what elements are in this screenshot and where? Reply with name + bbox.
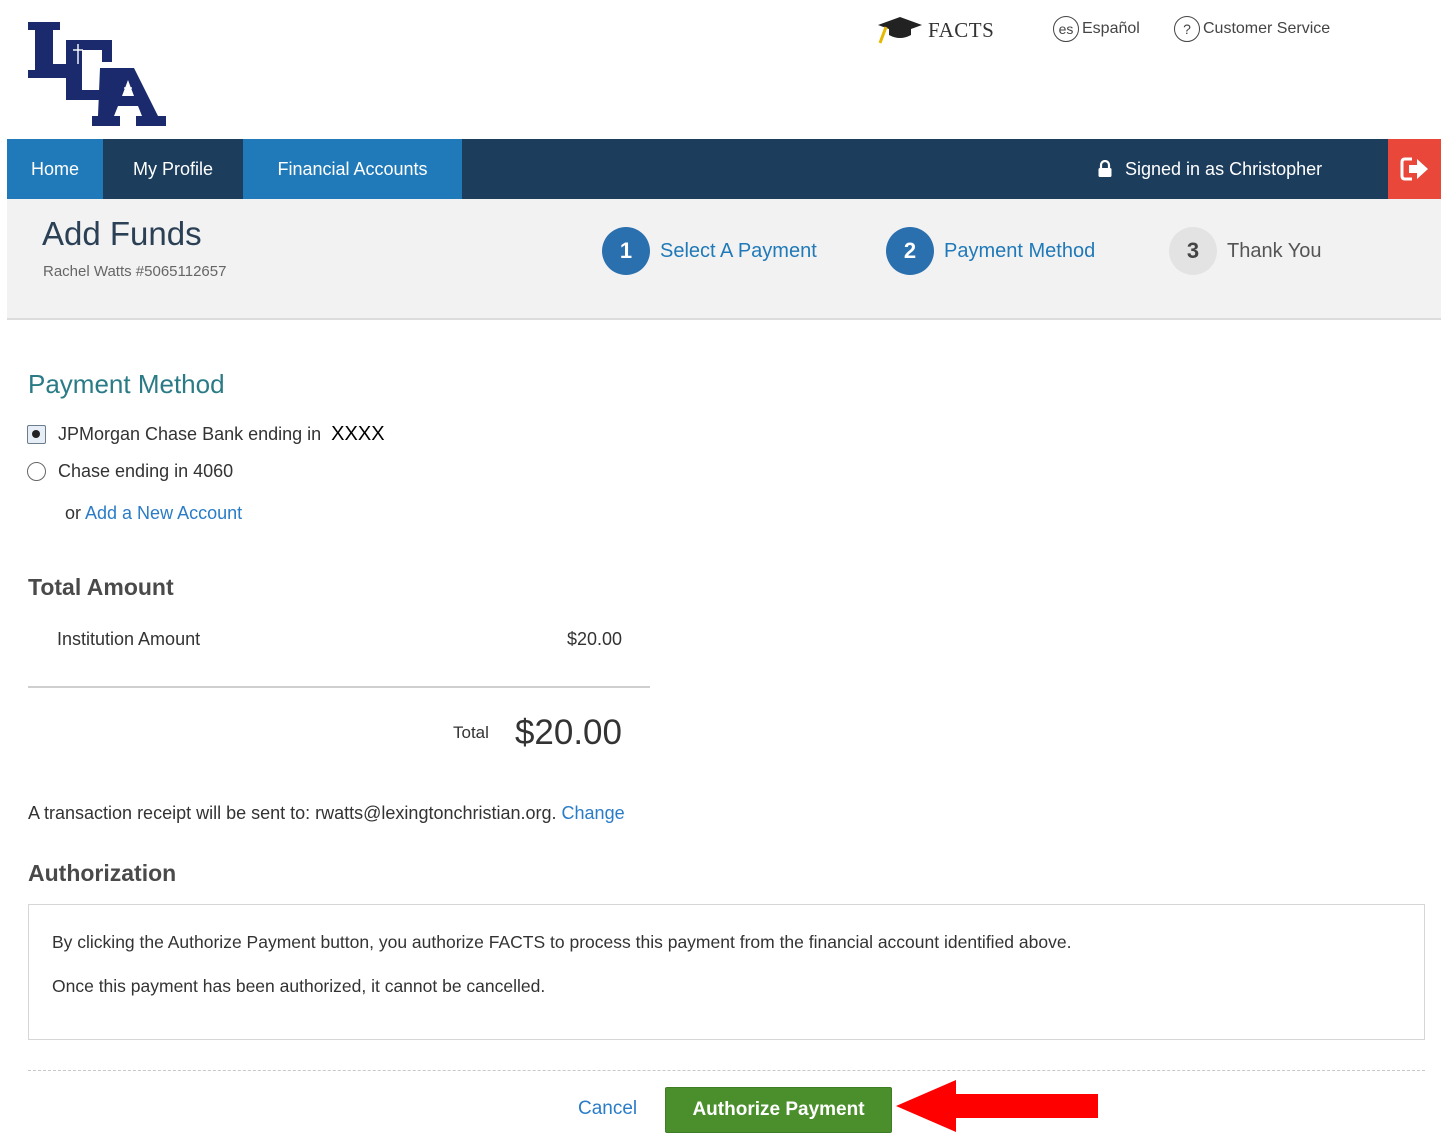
step-label: Select A Payment [660,239,817,262]
page-header: Add Funds Rachel Watts #5065112657 1 Sel… [7,199,1441,320]
nav-home[interactable]: Home [7,139,103,199]
payment-option-jpmorgan[interactable]: JPMorgan Chase Bank ending in XXXX [27,421,385,447]
total-label: Total [453,723,489,742]
nav-financial-accounts[interactable]: Financial Accounts [243,139,462,199]
customer-service-label: Customer Service [1203,20,1331,37]
graduation-cap-icon [878,17,922,44]
signed-in-indicator: Signed in as Christopher [1097,139,1322,199]
logout-button[interactable] [1388,139,1441,199]
institution-amount-value: $20.00 [566,629,622,649]
change-email-link[interactable]: Change [562,803,625,823]
add-new-account-link[interactable]: Add a New Account [85,503,242,523]
radio-button-selected[interactable] [27,424,46,444]
add-account-row: or Add a New Account [65,503,242,524]
payment-option-chase[interactable]: Chase ending in 4060 [27,458,233,484]
total-value: $20.00 [514,713,622,752]
divider [28,1070,1425,1071]
total-amount-heading: Total Amount [28,574,174,600]
step-thank-you: 3 Thank You [1169,227,1322,275]
step-label: Thank You [1227,239,1322,262]
masked-account-number: XXXX [331,422,385,445]
step-select-payment: 1 Select A Payment [602,227,817,275]
authorization-text: By clicking the Authorize Payment button… [52,932,1072,952]
step-label: Payment Method [944,239,1096,262]
help-icon: ? [1174,16,1200,42]
spanish-language-icon: es [1053,16,1079,42]
authorization-box: By clicking the Authorize Payment button… [28,904,1425,1040]
customer-service-link[interactable]: ? Customer Service [1174,15,1330,43]
step-payment-method: 2 Payment Method [886,227,1095,275]
signed-in-label: Signed in as Christopher [1125,158,1323,179]
account-subtitle: Rachel Watts #5065112657 [43,263,227,280]
payment-option-label: Chase ending in 4060 [58,460,234,481]
amount-divider [28,686,650,688]
cancel-link[interactable]: Cancel [578,1098,637,1120]
authorization-heading: Authorization [28,860,177,886]
payment-method-heading: Payment Method [28,369,225,399]
receipt-text: A transaction receipt will be sent to: r… [28,803,562,823]
institution-amount-label: Institution Amount [57,629,201,649]
receipt-notice: A transaction receipt will be sent to: r… [28,803,625,824]
language-label: Español [1082,20,1140,37]
step-number: 2 [886,227,934,275]
nav-my-profile[interactable]: My Profile [103,139,243,199]
school-logo [28,22,166,126]
logout-icon [1400,157,1428,181]
facts-link[interactable]: FACTS [878,16,994,44]
red-arrow-annotation [896,1080,1098,1132]
lock-icon [1098,160,1112,177]
facts-label: FACTS [928,17,995,42]
language-link[interactable]: es Español [1053,15,1140,43]
main-navbar: Home My Profile Financial Accounts Signe… [7,139,1441,199]
authorize-payment-button[interactable]: Authorize Payment [665,1087,892,1133]
payment-option-label: JPMorgan Chase Bank ending in [58,423,322,444]
page-title: Add Funds [42,215,202,252]
authorization-warning: Once this payment has been authorized, i… [52,976,546,996]
step-number: 3 [1169,227,1217,275]
radio-button[interactable] [27,461,46,481]
or-text: or [65,503,86,523]
step-number: 1 [602,227,650,275]
